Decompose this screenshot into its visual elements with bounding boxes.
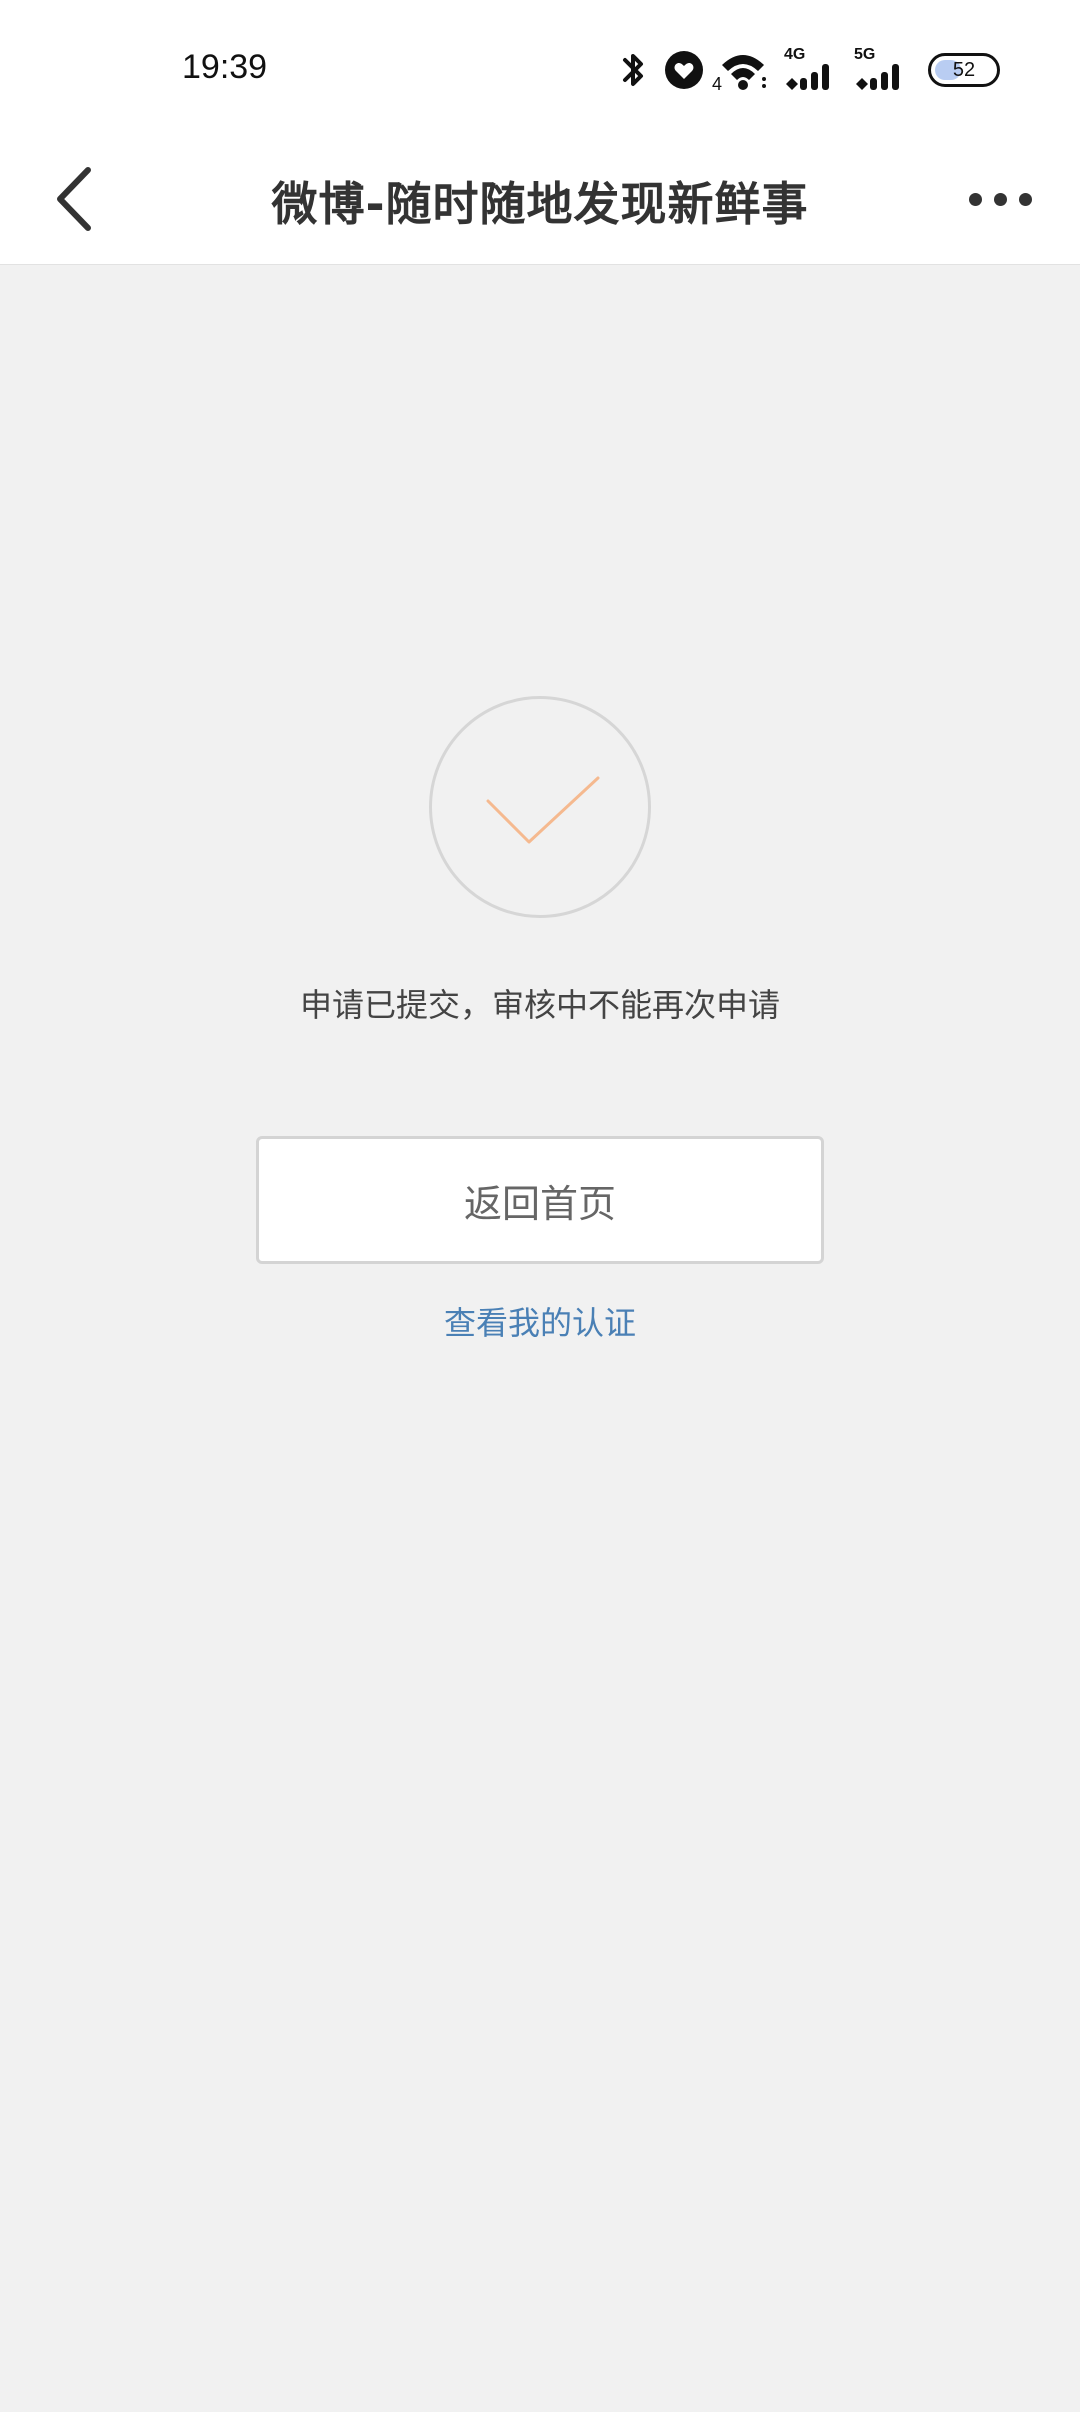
- more-dot-icon: [993, 192, 1007, 206]
- chevron-left-icon: [57, 167, 91, 231]
- return-home-button[interactable]: 返回首页: [256, 1136, 824, 1264]
- network-4g-label: 4G: [784, 46, 806, 63]
- view-my-certification-link[interactable]: 查看我的认证: [444, 1304, 636, 1342]
- heart-shield-icon: [664, 50, 704, 90]
- wifi-icon: 4: [712, 49, 768, 94]
- battery-level: 52: [952, 58, 976, 81]
- more-dot-icon: [968, 192, 982, 206]
- status-icons: 4 4G 5G 52: [616, 40, 1000, 100]
- view-link-wrapper: 查看我的认证: [0, 1298, 1080, 1344]
- battery-icon: 52: [928, 53, 1000, 87]
- status-bar: 19:39 4 4G 5G 52: [0, 0, 1080, 140]
- nav-bar: 微博-随时随地发现新鲜事: [0, 140, 1080, 265]
- status-time: 19:39: [182, 48, 268, 86]
- signal-5g-icon: 5G: [852, 46, 908, 92]
- status-message: 申请已提交，审核中不能再次申请: [299, 986, 780, 1024]
- success-check-icon: [429, 696, 651, 918]
- bluetooth-icon: [616, 50, 650, 90]
- signal-4g-icon: 4G: [782, 46, 838, 92]
- more-dot-icon: [1018, 192, 1032, 206]
- more-button[interactable]: [950, 154, 1050, 244]
- network-5g-label: 5G: [854, 46, 876, 63]
- page-title: 微博-随时随地发现新鲜事: [271, 177, 809, 231]
- wifi-sub-label: 4: [712, 74, 723, 94]
- back-button[interactable]: [30, 154, 120, 244]
